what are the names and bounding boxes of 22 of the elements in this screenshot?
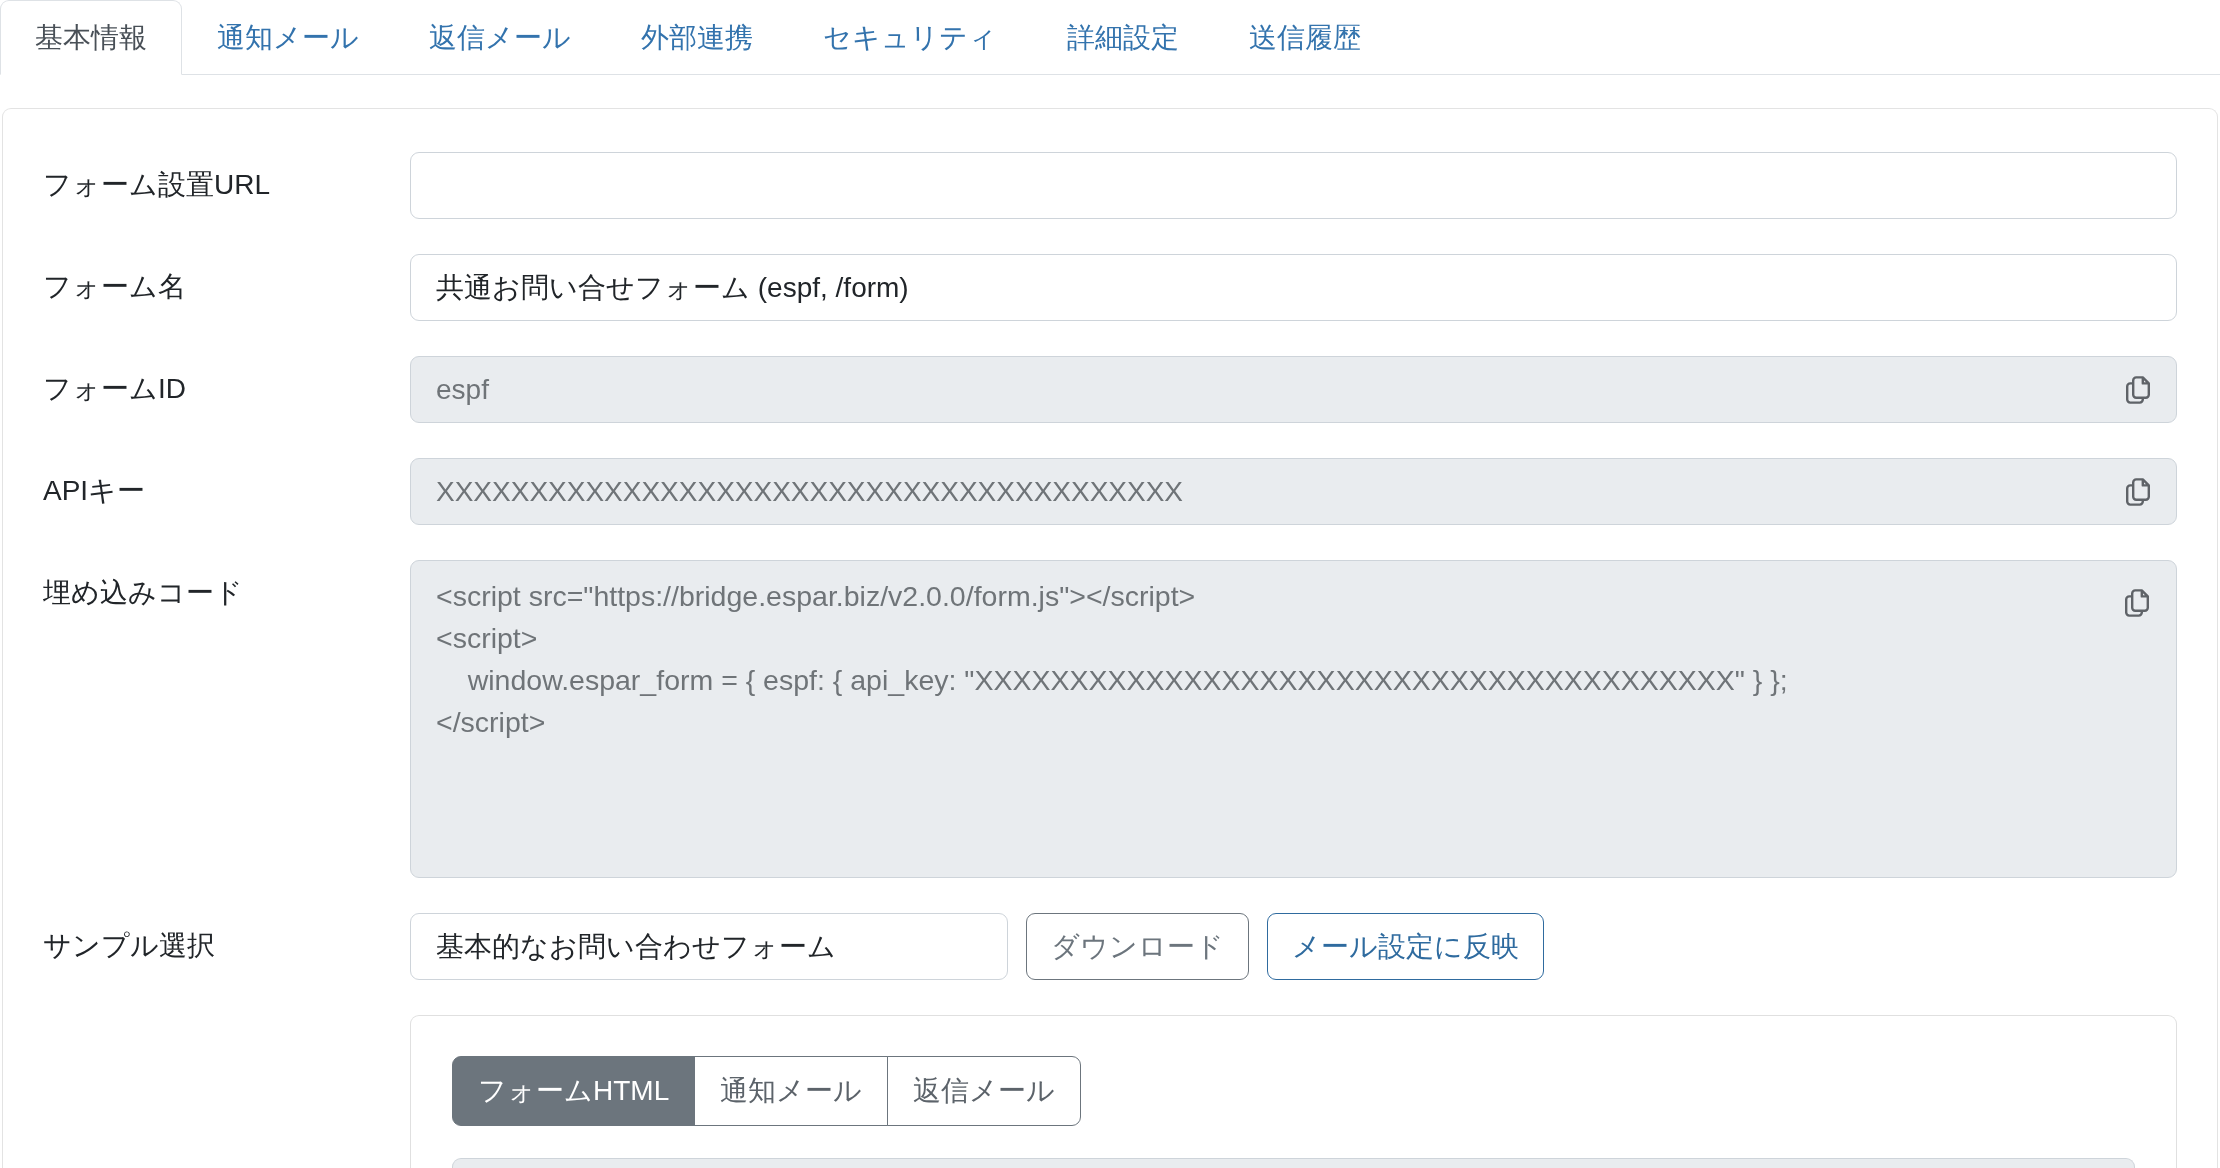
field-label: APIキー: [43, 474, 146, 508]
settings-tab[interactable]: 基本情報: [0, 0, 182, 75]
settings-tab[interactable]: 外部連携: [606, 0, 788, 75]
text-field[interactable]: [410, 152, 2177, 219]
preview-tab[interactable]: 返信メール: [887, 1056, 1082, 1126]
sample-select-field[interactable]: 基本的なお問い合わせフォーム: [410, 913, 1008, 980]
settings-tab[interactable]: 通知メール: [182, 0, 394, 75]
settings-tab[interactable]: 送信履歴: [1214, 0, 1396, 75]
download-button[interactable]: ダウンロード: [1026, 913, 1249, 980]
preview-tab[interactable]: 通知メール: [694, 1056, 889, 1126]
settings-tab[interactable]: 返信メール: [394, 0, 606, 75]
field-label: 埋め込みコード: [43, 576, 243, 610]
settings-tab[interactable]: セキュリティ: [788, 0, 1032, 75]
apply-button[interactable]: メール設定に反映: [1267, 913, 1544, 980]
field-label: フォーム設置URL: [43, 168, 270, 202]
field-label: サンプル選択: [43, 929, 215, 963]
text-field[interactable]: 共通お問い合せフォーム (espf, /form): [410, 254, 2177, 321]
settings-tab[interactable]: 詳細設定: [1032, 0, 1214, 75]
preview-code-field[interactable]: [452, 1158, 2135, 1168]
preview-tab[interactable]: フォームHTML: [452, 1056, 696, 1126]
field-label: フォーム名: [43, 270, 186, 304]
field-label: フォームID: [43, 372, 186, 406]
